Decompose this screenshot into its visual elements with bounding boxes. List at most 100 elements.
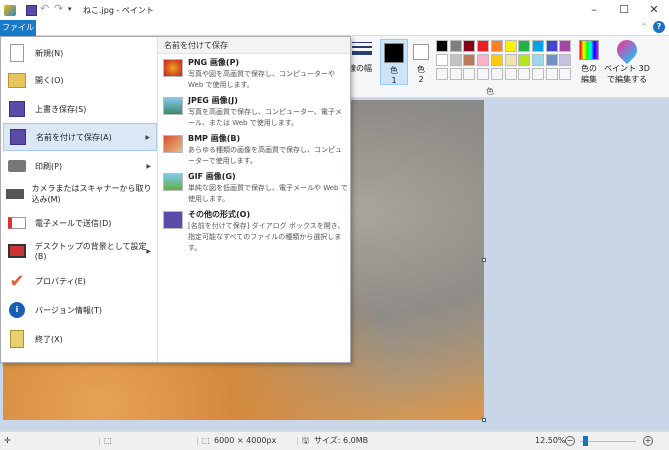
palette-swatch[interactable] [531,68,544,80]
line-width-button[interactable] [352,42,372,55]
save-icon [6,98,28,120]
help-icon[interactable]: ? [653,21,665,33]
menu-item[interactable]: 開く(O) [3,66,157,94]
palette-swatch[interactable] [449,68,462,80]
menu-item[interactable]: i バージョン情報(T) [3,296,157,324]
menu-item[interactable]: ✔ プロパティ(E) [3,267,157,295]
status-bar: ✛ | ⬚ | ⬚ 6000 × 4000px | 🖫 サイズ: 6.0MB 1… [0,431,669,450]
menu-item-label: 印刷(P) [35,161,63,171]
menu-item-label: バージョン情報(T) [35,305,102,315]
menu-item-label: 名前を付けて保存(A) [36,132,112,142]
zoom-in-button[interactable]: + [643,436,653,446]
save-format-option[interactable]: GIF 画像(G) 単純な図を低画質で保存し、電子メールや Web で使用します。 [162,171,348,209]
palette-swatch[interactable] [545,40,558,52]
save-format-option[interactable]: BMP 画像(B) あらゆる種類の画像を高画質で保存し、コンピューターで使用します… [162,133,348,171]
palette-swatch[interactable] [559,54,572,66]
zoom-out-button[interactable]: − [565,436,575,446]
menu-item[interactable]: 電子メールで送信(D) [3,209,157,237]
palette-swatch[interactable] [436,40,448,52]
palette-swatch[interactable] [518,68,531,80]
format-icon [163,59,183,77]
menu-item[interactable]: 新規(N) [3,39,157,67]
menu-item[interactable]: カメラまたはスキャナーから取り込み(M) [3,180,157,208]
redo-icon[interactable]: ↷ [54,2,63,15]
paint3d-label-2: で編集する [607,75,647,84]
save-format-option[interactable]: その他の形式(O) [名前を付けて保存] ダイアログ ボックスを開き、指定可能なす… [162,209,348,252]
palette-swatch[interactable] [490,54,503,66]
palette-swatch[interactable] [504,54,517,66]
minimize-button[interactable]: – [579,0,609,20]
info-icon: i [6,299,28,321]
palette-swatch[interactable] [490,40,503,52]
paint-app-icon [4,5,16,16]
file-tab[interactable]: ファイル [0,20,36,36]
zoom-slider-thumb[interactable] [582,436,588,446]
palette-swatch[interactable] [463,54,476,66]
image-dimensions: 6000 × 4000px [214,436,277,445]
menu-item[interactable]: デスクトップの背景として設定(B) ▶ [3,237,157,265]
palette-swatch[interactable] [463,68,476,80]
palette-swatch[interactable] [545,68,558,80]
palette-swatch[interactable] [477,68,490,80]
close-button[interactable]: ✕ [639,0,669,20]
palette-swatch[interactable] [449,54,462,66]
palette-swatch[interactable] [518,54,531,66]
palette-swatch[interactable] [545,54,558,66]
line-width-label: 線の幅 [350,64,372,73]
palette-swatch[interactable] [477,40,490,52]
menu-item[interactable]: 上書き保存(S) [3,95,157,123]
file-menu-commands: 新規(N) 開く(O) 上書き保存(S) 名前を付けて保存(A) ▶ 印刷(P) ▶ カメラま… [1,37,158,362]
color1-number: 1 [391,76,397,85]
menu-item[interactable]: 印刷(P) ▶ [3,152,157,180]
edit-colors-button[interactable]: 色の 編集 [577,40,601,85]
quick-save-icon[interactable] [26,5,37,16]
submenu-arrow-icon: ▶ [146,162,151,170]
palette-swatch[interactable] [436,54,448,66]
palette-swatch[interactable] [504,68,517,80]
maximize-button[interactable]: ☐ [609,0,639,20]
menu-item[interactable]: 名前を付けて保存(A) ▶ [3,123,157,151]
format-description: 写真を高画質で保存し、コンピューター、電子メール、または Web で使用します。 [188,108,342,127]
palette-swatch[interactable] [531,40,544,52]
palette-swatch[interactable] [436,68,448,80]
format-label: PNG 画像(P) [188,58,240,67]
palette-swatch[interactable] [559,40,572,52]
palette-swatch[interactable] [504,40,517,52]
save-format-option[interactable]: PNG 画像(P) 写真や図を高画質で保存し、コンピューターや Web で使用しま… [162,57,348,95]
menu-item-label: 上書き保存(S) [35,104,87,114]
format-icon [163,135,183,153]
palette-swatch[interactable] [463,40,476,52]
zoom-slider[interactable] [580,441,636,442]
resize-handle-corner[interactable] [482,418,486,422]
save-format-option[interactable]: JPEG 画像(J) 写真を高画質で保存し、コンピューター、電子メール、または W… [162,95,348,133]
palette-swatch[interactable] [518,40,531,52]
format-icon [163,97,183,115]
palette-swatch[interactable] [559,68,572,80]
palette-swatch[interactable] [449,40,462,52]
cursor-position-icon: ✛ [4,436,11,445]
color1-button[interactable]: 色1 [380,39,408,85]
palette-swatch[interactable] [490,68,503,80]
selection-size-icon: ⬚ [104,436,112,445]
color2-button[interactable]: 色2 [411,39,431,85]
collapse-ribbon-icon[interactable]: ^ [641,22,648,31]
edit-colors-label-2: 編集 [581,75,597,84]
submenu-arrow-icon: ▶ [146,247,151,255]
palette-swatch[interactable] [477,54,490,66]
format-label: GIF 画像(G) [188,172,236,181]
customize-quick-access-icon[interactable]: ▾ [68,5,72,13]
menu-item-label: 終了(X) [35,334,63,344]
paint3d-button[interactable]: ペイント 3D で編集する [603,35,651,85]
image-size-icon: ⬚ [202,436,210,445]
checkmark-icon: ✔ [9,270,25,292]
resize-handle-right[interactable] [482,258,486,262]
format-description: 単純な図を低画質で保存し、電子メールや Web で使用します。 [188,184,348,203]
format-icon [163,211,183,229]
color-spectrum-icon [579,40,599,60]
menu-item[interactable]: 終了(X) [3,325,157,353]
undo-icon[interactable]: ↶ [40,2,49,15]
format-icon [163,173,183,191]
format-description: [名前を付けて保存] ダイアログ ボックスを開き、指定可能なすべてのファイルの種… [188,222,345,252]
palette-swatch[interactable] [531,54,544,66]
file-size: サイズ: 6.0MB [314,436,369,445]
